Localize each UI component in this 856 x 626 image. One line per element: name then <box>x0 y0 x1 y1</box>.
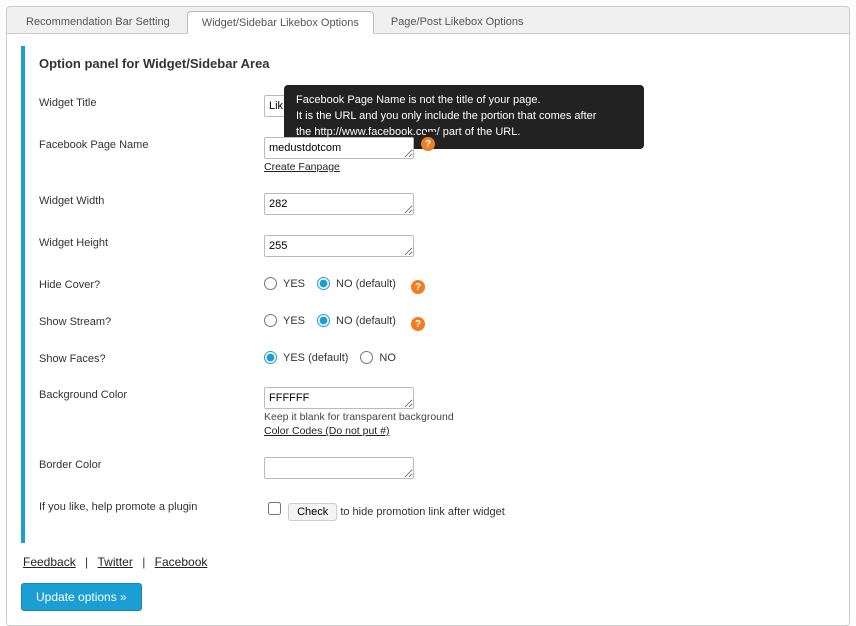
check-button[interactable]: Check <box>288 503 337 521</box>
radio-label-yes: YES <box>283 315 305 327</box>
radio-label-no-default: NO (default) <box>336 278 396 290</box>
options-panel: Option panel for Widget/Sidebar Area Wid… <box>6 34 850 626</box>
input-fb-page-name[interactable] <box>264 137 414 159</box>
radio-showstream-no[interactable] <box>317 314 330 327</box>
input-bg-color[interactable] <box>264 387 414 409</box>
update-button[interactable]: Update options » <box>21 583 142 611</box>
label-promote: If you like, help promote a plugin <box>39 499 264 513</box>
label-show-faces: Show Faces? <box>39 351 264 365</box>
radio-showfaces-yes[interactable] <box>264 351 277 364</box>
footer-links: Feedback | Twitter | Facebook <box>21 555 835 569</box>
radio-showstream-yes[interactable] <box>264 314 277 327</box>
help-icon[interactable]: ? <box>411 280 425 294</box>
tab-page-post[interactable]: Page/Post Likebox Options <box>376 10 539 33</box>
inner-panel: Option panel for Widget/Sidebar Area Wid… <box>21 46 835 543</box>
link-feedback[interactable]: Feedback <box>23 555 76 569</box>
tooltip-line1: Facebook Page Name is not the title of y… <box>296 94 541 106</box>
panel-title: Option panel for Widget/Sidebar Area <box>39 56 835 71</box>
label-widget-title: Widget Title <box>39 95 264 109</box>
label-show-stream: Show Stream? <box>39 314 264 328</box>
promote-text: to hide promotion link after widget <box>340 506 504 518</box>
radio-hidecover-yes[interactable] <box>264 277 277 290</box>
radio-hidecover-no[interactable] <box>317 277 330 290</box>
label-bg-color: Background Color <box>39 387 264 401</box>
label-border-color: Border Color <box>39 457 264 471</box>
tab-recommendation[interactable]: Recommendation Bar Setting <box>11 10 185 33</box>
label-hide-cover: Hide Cover? <box>39 277 264 291</box>
input-border-color[interactable] <box>264 457 414 479</box>
link-facebook[interactable]: Facebook <box>155 555 208 569</box>
label-fb-page-name: Facebook Page Name <box>39 137 264 151</box>
radio-label-yes: YES <box>283 278 305 290</box>
label-widget-width: Widget Width <box>39 193 264 207</box>
input-widget-height[interactable] <box>264 235 414 257</box>
link-color-codes[interactable]: Color Codes (Do not put #) <box>264 425 389 437</box>
input-widget-width[interactable] <box>264 193 414 215</box>
help-icon[interactable]: ? <box>421 137 435 151</box>
link-twitter[interactable]: Twitter <box>98 555 133 569</box>
radio-label-yes-default: YES (default) <box>283 352 348 364</box>
radio-showfaces-no[interactable] <box>360 351 373 364</box>
tooltip-line2: It is the URL and you only include the p… <box>296 110 596 122</box>
help-icon[interactable]: ? <box>411 317 425 331</box>
separator: | <box>85 555 88 569</box>
separator: | <box>142 555 145 569</box>
tab-widget-sidebar[interactable]: Widget/Sidebar Likebox Options <box>187 11 374 34</box>
link-create-fanpage[interactable]: Create Fanpage <box>264 161 340 173</box>
checkbox-promote[interactable] <box>268 502 281 515</box>
label-widget-height: Widget Height <box>39 235 264 249</box>
hint-bg: Keep it blank for transparent background <box>264 411 835 423</box>
radio-label-no: NO <box>379 352 396 364</box>
tab-row: Recommendation Bar Setting Widget/Sideba… <box>6 6 850 34</box>
radio-label-no-default: NO (default) <box>336 315 396 327</box>
